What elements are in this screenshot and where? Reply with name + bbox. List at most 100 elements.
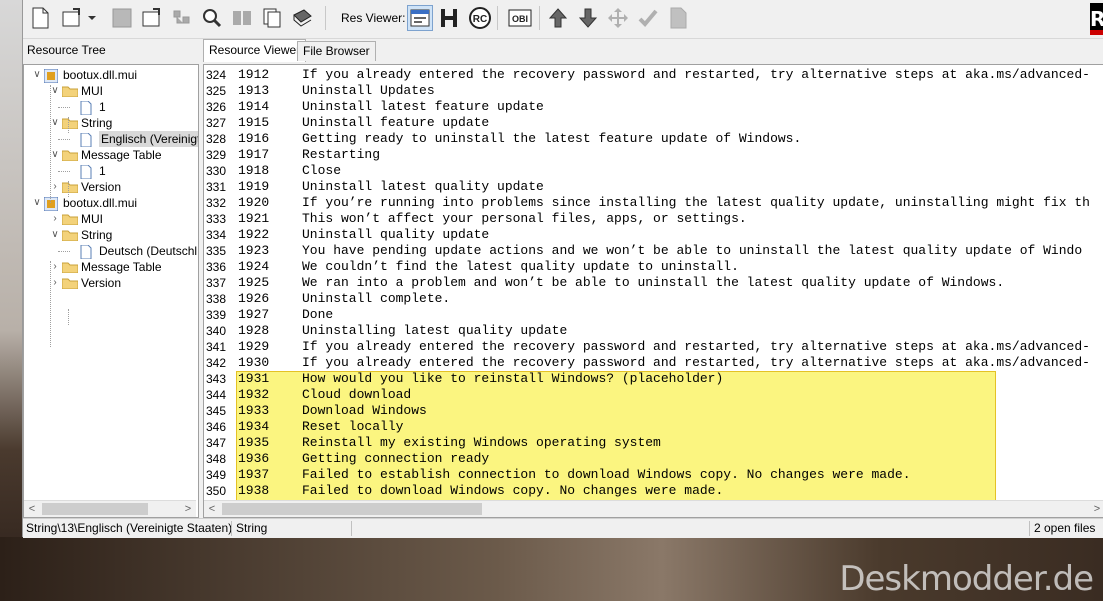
code-line[interactable]: 345 1933 Download Windows xyxy=(204,403,1103,419)
dropdown-arrow-icon[interactable] xyxy=(85,5,99,31)
scroll-right-arrow-icon[interactable]: > xyxy=(1089,501,1103,517)
open-file-icon[interactable] xyxy=(59,5,85,31)
code-line[interactable]: 332 1920 If you’re running into problems s… xyxy=(204,195,1103,211)
resource-viewer-editor[interactable]: 324 1912 If you already entered the recove… xyxy=(203,64,1103,518)
tree-item-label: bootux.dll.mui xyxy=(63,68,138,82)
string-text: Failed to establish connection to downlo… xyxy=(302,467,911,482)
tree-connector xyxy=(50,85,51,203)
code-line[interactable]: 342 1930 If you already entered the recove… xyxy=(204,355,1103,371)
code-line[interactable]: 335 1923 You have pending update actions a… xyxy=(204,243,1103,259)
code-line[interactable]: 350 1938 Failed to download Windows copy. … xyxy=(204,483,1103,499)
string-id: 1934 xyxy=(238,419,270,434)
collapse-chevron-icon[interactable]: › xyxy=(50,259,60,275)
code-line[interactable]: 339 1927 Done xyxy=(204,307,1103,323)
compile-check-icon[interactable] xyxy=(635,5,661,31)
copy-icon[interactable] xyxy=(259,5,285,31)
tree-item[interactable]: Deutsch (Deutschl xyxy=(24,243,197,260)
line-number: 328 xyxy=(206,132,227,146)
tab-resource-viewer[interactable]: Resource Viewer xyxy=(203,39,307,62)
toolbar-separator xyxy=(539,6,540,30)
code-line[interactable]: 327 1915 Uninstall feature update xyxy=(204,115,1103,131)
string-text: This won’t affect your personal files, a… xyxy=(302,211,747,226)
tree-horizontal-scrollbar[interactable]: < > xyxy=(24,500,196,517)
code-line[interactable]: 326 1914 Uninstall latest feature update xyxy=(204,99,1103,115)
code-line[interactable]: 347 1935 Reinstall my existing Windows ope… xyxy=(204,435,1103,451)
scroll-left-arrow-icon[interactable]: < xyxy=(204,501,220,517)
scrollbar-thumb[interactable] xyxy=(222,503,482,515)
header-view-icon[interactable] xyxy=(437,5,463,31)
move-up-icon[interactable] xyxy=(545,5,571,31)
expand-chevron-icon[interactable]: ∨ xyxy=(50,83,60,99)
code-line[interactable]: 338 1926 Uninstall complete. xyxy=(204,291,1103,307)
string-id: 1938 xyxy=(238,483,270,498)
code-line[interactable]: 333 1921 This won’t affect your personal f… xyxy=(204,211,1103,227)
save-icon[interactable] xyxy=(109,5,135,31)
document-icon[interactable] xyxy=(665,5,691,31)
string-id: 1930 xyxy=(238,355,270,370)
desktop-background-bottom: Deskmodder.de xyxy=(0,537,1103,601)
code-line[interactable]: 334 1922 Uninstall quality update xyxy=(204,227,1103,243)
string-id: 1917 xyxy=(238,147,270,162)
code-line[interactable]: 325 1913 Uninstall Updates xyxy=(204,83,1103,99)
tree-item-label: MUI xyxy=(81,84,103,98)
compare-icon[interactable] xyxy=(229,5,255,31)
string-text: Uninstall feature update xyxy=(302,115,490,130)
string-text: We ran into a problem and won’t be able … xyxy=(302,275,1005,290)
tree-connector xyxy=(58,139,70,140)
line-number: 325 xyxy=(206,84,227,98)
string-id: 1932 xyxy=(238,387,270,402)
code-line[interactable]: 324 1912 If you already entered the recove… xyxy=(204,67,1103,83)
expand-chevron-icon[interactable]: ∨ xyxy=(32,195,42,211)
string-text: Uninstall quality update xyxy=(302,227,490,242)
code-line[interactable]: 346 1934 Reset locally xyxy=(204,419,1103,435)
scroll-left-arrow-icon[interactable]: < xyxy=(24,501,40,517)
code-line[interactable]: 348 1936 Getting connection ready xyxy=(204,451,1103,467)
move-icon[interactable] xyxy=(605,5,631,31)
line-number: 331 xyxy=(206,180,227,194)
tree-item[interactable]: › MUI xyxy=(24,211,196,227)
move-down-icon[interactable] xyxy=(575,5,601,31)
svg-text:RC: RC xyxy=(473,14,487,25)
tree-item[interactable]: ∨ String xyxy=(24,227,196,243)
tree-connector xyxy=(68,181,69,197)
code-line[interactable]: 329 1917 Restarting xyxy=(204,147,1103,163)
expand-chevron-icon[interactable]: ∨ xyxy=(50,147,60,163)
expand-chevron-icon[interactable]: ∨ xyxy=(50,115,60,131)
code-line[interactable]: 341 1929 If you already entered the recove… xyxy=(204,339,1103,355)
search-icon[interactable] xyxy=(199,5,225,31)
scrollbar-thumb[interactable] xyxy=(42,503,148,515)
editor-horizontal-scrollbar[interactable]: < > xyxy=(204,500,1103,517)
line-number: 346 xyxy=(206,420,227,434)
string-text: If you already entered the recovery pass… xyxy=(302,67,1090,82)
book-icon[interactable] xyxy=(289,5,315,31)
string-id: 1920 xyxy=(238,195,270,210)
code-line[interactable]: 336 1924 We couldn’t find the latest quali… xyxy=(204,259,1103,275)
tree-item[interactable]: ∨ bootux.dll.mui xyxy=(24,67,196,84)
dialog-view-icon[interactable] xyxy=(407,5,433,31)
collapse-chevron-icon[interactable]: › xyxy=(50,275,60,291)
rc-script-icon[interactable]: RC xyxy=(467,5,493,31)
expand-chevron-icon[interactable]: ∨ xyxy=(50,227,60,243)
binary-view-icon[interactable]: OBI xyxy=(507,5,533,31)
expand-chevron-icon[interactable]: ∨ xyxy=(32,67,42,83)
tab-file-browser[interactable]: File Browser xyxy=(297,41,376,61)
view-tabs: Resource Viewer File Browser xyxy=(203,39,1103,62)
string-id: 1937 xyxy=(238,467,270,482)
code-line[interactable]: 330 1918 Close xyxy=(204,163,1103,179)
code-line[interactable]: 340 1928 Uninstalling latest quality updat… xyxy=(204,323,1103,339)
code-line[interactable]: 331 1919 Uninstall latest quality update xyxy=(204,179,1103,195)
code-line[interactable]: 328 1916 Getting ready to uninstall the la… xyxy=(204,131,1103,147)
save-as-icon[interactable] xyxy=(139,5,165,31)
resource-tree-icon[interactable] xyxy=(169,5,195,31)
new-file-icon[interactable] xyxy=(27,5,53,31)
status-type: String xyxy=(236,521,268,535)
string-text: Uninstalling latest quality update xyxy=(302,323,568,338)
tree-connector xyxy=(58,251,70,252)
code-line[interactable]: 343 1931 How would you like to reinstall W… xyxy=(204,371,1103,387)
code-line[interactable]: 349 1937 Failed to establish connection to… xyxy=(204,467,1103,483)
code-line[interactable]: 337 1925 We ran into a problem and won’t b… xyxy=(204,275,1103,291)
scroll-right-arrow-icon[interactable]: > xyxy=(180,501,196,517)
collapse-chevron-icon[interactable]: › xyxy=(50,211,60,227)
collapse-chevron-icon[interactable]: › xyxy=(50,179,60,195)
code-line[interactable]: 344 1932 Cloud download xyxy=(204,387,1103,403)
